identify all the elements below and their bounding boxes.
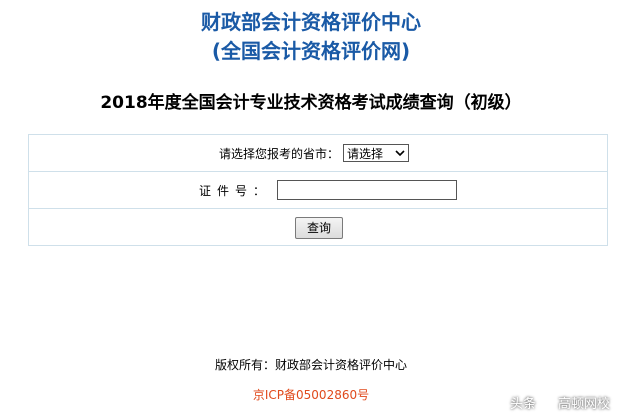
province-row: 请选择您报考的省市： 请选择 <box>29 135 607 172</box>
at-icon <box>539 395 555 411</box>
site-header: 财政部会计资格评价中心 (全国会计资格评价网) <box>0 8 622 66</box>
id-number-input[interactable] <box>277 180 458 200</box>
site-subtitle: (全国会计资格评价网) <box>211 39 411 63</box>
chevron-down-icon <box>395 150 405 157</box>
query-button[interactable]: 查询 <box>295 216 343 239</box>
query-form: 请选择您报考的省市： 请选择 证件号： 查询 <box>28 134 608 246</box>
id-label: 证件号： <box>199 183 272 198</box>
submit-row: 查询 <box>29 209 607 246</box>
page-title: 2018年度全国会计专业技术资格考试成绩查询（初级） <box>100 93 522 113</box>
province-select-value: 请选择 <box>347 146 384 161</box>
id-row: 证件号： <box>29 172 607 209</box>
watermark-prefix: 头条 <box>509 397 536 412</box>
site-title: 财政部会计资格评价中心 <box>201 10 421 34</box>
watermark-name: 高顿网校 <box>557 397 610 412</box>
copyright-text: 版权所有：财政部会计资格评价中心 <box>214 358 407 372</box>
watermark: 头条 高顿网校 <box>510 393 610 412</box>
province-select[interactable]: 请选择 <box>343 144 410 162</box>
province-label: 请选择您报考的省市： <box>219 146 340 161</box>
